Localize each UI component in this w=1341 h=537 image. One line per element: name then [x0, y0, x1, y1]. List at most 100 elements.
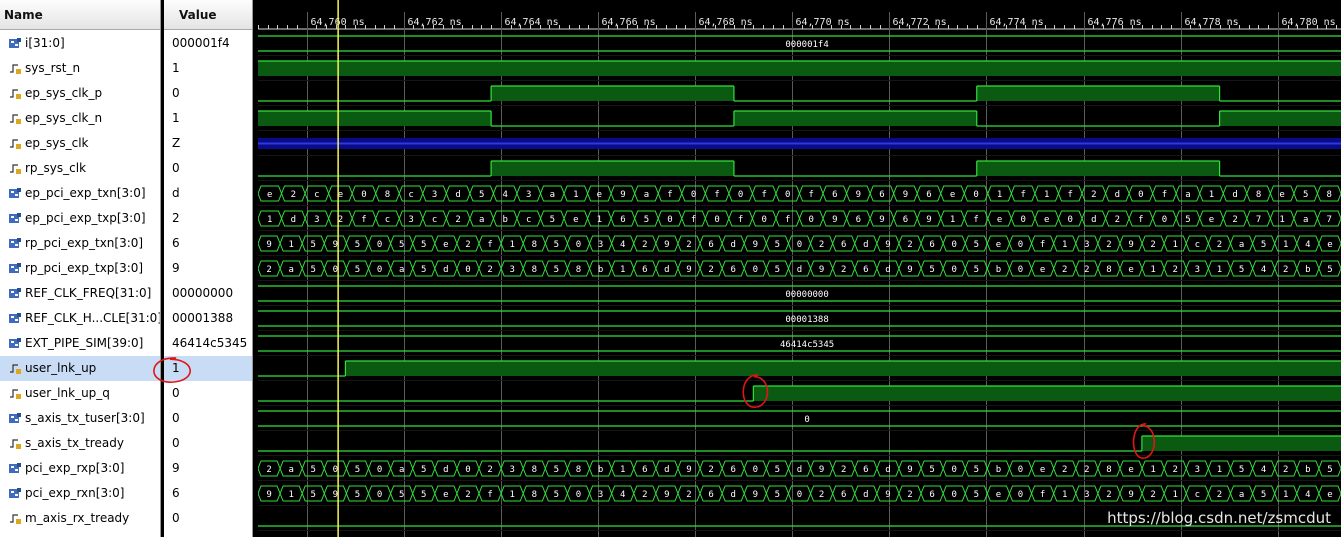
signal-value: 000001f4 [172, 36, 230, 50]
bus-segment-label: 5 [311, 465, 316, 475]
bus-segment-label: e [950, 190, 955, 200]
signal-name-row[interactable]: ep_sys_clk [0, 131, 160, 156]
signal-name-row[interactable]: ep_sys_clk_n [0, 106, 160, 131]
waveform-row[interactable] [258, 138, 1341, 149]
bus-segment-label: 9 [1128, 240, 1133, 250]
signal-value-row[interactable]: 1 [164, 56, 252, 81]
signal-value-row[interactable]: 9 [164, 456, 252, 481]
bus-segment-label: 4 [620, 240, 625, 250]
signal-name-row[interactable]: s_axis_tx_tuser[3:0] [0, 406, 160, 431]
watermark: https://blog.csdn.net/zsmcdut [1107, 509, 1331, 527]
bus-segment-label: f [714, 190, 719, 200]
bus-segment-label: 5 [311, 490, 316, 500]
bus-segment-label: 1 [1044, 190, 1049, 200]
bus-segment-label: 3 [598, 240, 603, 250]
signal-name: rp_sys_clk [25, 161, 87, 175]
signal-name-row[interactable]: sys_rst_n [0, 56, 160, 81]
signal-name-row[interactable]: pci_exp_rxn[3:0] [0, 481, 160, 506]
signal-name-row[interactable]: user_lnk_up_q [0, 381, 160, 406]
bus-segment-label: 6 [832, 190, 837, 200]
signal-value-row[interactable]: 000001f4 [164, 31, 252, 56]
signal-name-row[interactable]: rp_pci_exp_txp[3:0] [0, 256, 160, 281]
signal-name-row[interactable]: ep_pci_exp_txp[3:0] [0, 206, 160, 231]
bus-segment-label: f [691, 215, 696, 225]
bus-segment-label: 6 [929, 240, 934, 250]
bus-segment-label: 2 [819, 240, 824, 250]
bus-segment-label: 3 [509, 465, 514, 475]
signal-name-row[interactable]: m_axis_rx_tready [0, 506, 160, 531]
signal-name: REF_CLK_H...CLE[31:0] [25, 311, 160, 325]
bus-segment-label: f [1162, 190, 1167, 200]
bus-segment-label: d [664, 265, 669, 275]
waveform-row[interactable] [258, 60, 1341, 76]
bus-segment-label: b [996, 465, 1001, 475]
signal-value-row[interactable]: 1 [164, 356, 252, 381]
signal-name-row[interactable]: pci_exp_rxp[3:0] [0, 456, 160, 481]
bus-segment-label: 5 [1327, 465, 1332, 475]
bus-segment-label: 9 [907, 265, 912, 275]
signal-name-row[interactable]: s_axis_tx_tready [0, 431, 160, 456]
name-column-header[interactable]: Name [0, 0, 160, 30]
bus-segment-label: 1 [1209, 190, 1214, 200]
bus-segment-label: 2 [819, 490, 824, 500]
signal-value-row[interactable]: 0 [164, 406, 252, 431]
waveform-row[interactable] [258, 360, 1341, 377]
bus-segment-label: 0 [761, 215, 766, 225]
bus-segment-label: 9 [885, 490, 890, 500]
bus-segment-label: 0 [465, 265, 470, 275]
signal-value: 1 [172, 111, 180, 125]
bus-segment-label: 2 [1232, 215, 1237, 225]
signal-value-row[interactable]: 1 [164, 106, 252, 131]
bus-segment-label: c [408, 190, 413, 200]
bus-segment-label: 5 [1327, 265, 1332, 275]
signal-value-row[interactable]: 0 [164, 156, 252, 181]
bus-segment-label: 9 [664, 240, 669, 250]
signal-name-row[interactable]: REF_CLK_H...CLE[31:0] [0, 306, 160, 331]
bus-segment-label: a [1239, 240, 1244, 250]
bus-segment-label: 0 [361, 190, 366, 200]
signal-value-row[interactable]: 00000000 [164, 281, 252, 306]
bus-segment-label: 5 [1303, 190, 1308, 200]
bus-segment-label: 0 [1068, 215, 1073, 225]
bus-segment-label: 5 [421, 465, 426, 475]
signal-name-row[interactable]: user_lnk_up [0, 356, 160, 381]
signal-value-row[interactable]: 46414c5345 [164, 331, 252, 356]
bus-segment-label: 7 [1256, 215, 1261, 225]
signal-value-row[interactable]: 0 [164, 506, 252, 531]
waveform-canvas[interactable]: 64,760 ns 64,762 ns 64,764 ns 64,766 ns 64,7… [258, 0, 1341, 537]
bus-segment-label: d [863, 490, 868, 500]
signal-value-row[interactable]: 00001388 [164, 306, 252, 331]
signal-value-row[interactable]: d [164, 181, 252, 206]
bus-segment-label: 1 [1150, 465, 1155, 475]
signal-name-row[interactable]: ep_sys_clk_p [0, 81, 160, 106]
bus-segment-label: f [487, 240, 492, 250]
signal-name-row[interactable]: i[31:0] [0, 31, 160, 56]
bus-segment-label: e [1040, 265, 1045, 275]
signal-name-row[interactable]: EXT_PIPE_SIM[39:0] [0, 331, 160, 356]
signal-name: ep_pci_exp_txp[3:0] [25, 211, 146, 225]
signal-value-row[interactable]: 9 [164, 256, 252, 281]
signal-name-row[interactable]: REF_CLK_FREQ[31:0] [0, 281, 160, 306]
bus-segment-label: 5 [355, 240, 360, 250]
signal-value-row[interactable]: 6 [164, 231, 252, 256]
bus-segment-label: 2 [1084, 465, 1089, 475]
bus-segment-label: 2 [1283, 265, 1288, 275]
signal-value: 0 [172, 511, 180, 525]
bus-segment-label: f [738, 215, 743, 225]
wave-high-fill [258, 111, 492, 126]
bus-segment-label: 9 [266, 490, 271, 500]
value-column-header[interactable]: Value [164, 0, 252, 30]
signal-value-row[interactable]: 0 [164, 381, 252, 406]
signal-name-row[interactable]: ep_pci_exp_txn[3:0] [0, 181, 160, 206]
signal-value-row[interactable]: 0 [164, 81, 252, 106]
bus-value-label: 46414c5345 [780, 340, 834, 350]
signal-value: 0 [172, 86, 180, 100]
bus-segment-label: 2 [1283, 465, 1288, 475]
signal-value-row[interactable]: Z [164, 131, 252, 156]
signal-value-row[interactable]: 2 [164, 206, 252, 231]
bus-segment-label: 3 [526, 190, 531, 200]
signal-value-row[interactable]: 6 [164, 481, 252, 506]
signal-value-row[interactable]: 0 [164, 431, 252, 456]
signal-name-row[interactable]: rp_sys_clk [0, 156, 160, 181]
signal-name-row[interactable]: rp_pci_exp_txn[3:0] [0, 231, 160, 256]
